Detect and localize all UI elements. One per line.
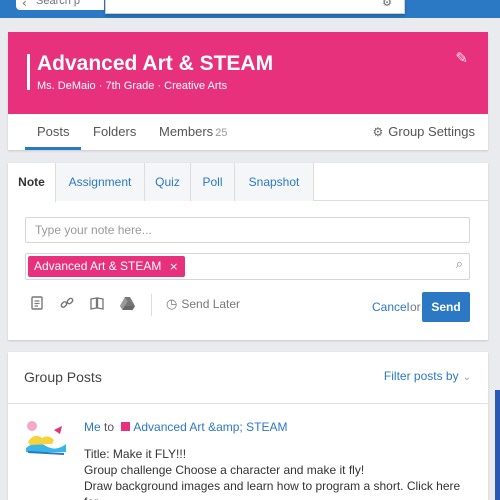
- posts-title: Group Posts: [24, 369, 102, 385]
- toolbar-divider: [151, 294, 152, 316]
- composer-tab-quiz[interactable]: Quiz: [145, 163, 191, 201]
- composer-tab-snapshot[interactable]: Snapshot: [235, 163, 314, 201]
- recipient-chip: Advanced Art & STEAM ×: [28, 256, 186, 277]
- composer-tab-note[interactable]: Note: [8, 163, 56, 202]
- file-icon[interactable]: [28, 296, 46, 314]
- composer-tab-poll[interactable]: Poll: [191, 163, 235, 201]
- send-later-label: Send Later: [181, 297, 241, 311]
- post-line: Group challenge Choose a character and m…: [84, 463, 365, 477]
- posts-header: Group Posts Filter posts by ⌄: [8, 352, 488, 404]
- link-icon[interactable]: [58, 296, 76, 314]
- post-author[interactable]: Me: [84, 420, 101, 434]
- filter-label: Filter posts by: [383, 369, 459, 383]
- post-composer: Note Assignment Quiz Poll Snapshot Advan…: [8, 163, 488, 340]
- group-header-card: Advanced Art & STEAM Ms. DeMaio · 7th Gr…: [8, 32, 488, 150]
- recipients-field[interactable]: Advanced Art & STEAM × ⌕: [25, 253, 470, 280]
- send-button[interactable]: Send: [422, 292, 470, 322]
- pencil-icon[interactable]: ✎: [455, 49, 468, 67]
- clock-icon: ◷: [166, 297, 178, 312]
- post-group-link[interactable]: Advanced Art &amp; STEAM: [133, 420, 287, 434]
- tab-label: Folders: [93, 124, 137, 139]
- group-settings-button[interactable]: ⚙ Group Settings: [373, 124, 475, 139]
- google-drive-icon[interactable]: [118, 296, 136, 314]
- post-line: Title: Make it FLY!!!: [84, 447, 187, 461]
- filter-posts-dropdown[interactable]: Filter posts by ⌄: [384, 369, 471, 383]
- group-title: Advanced Art & STEAM: [37, 52, 274, 75]
- title-accent-bar: [27, 54, 30, 90]
- post-line: Draw background images and learn how to …: [84, 479, 461, 500]
- post-to-text: to: [104, 420, 115, 434]
- group-settings-label: Group Settings: [388, 124, 475, 139]
- group-tabs: Posts Folders Members 25 ⚙ Group Settings: [8, 114, 488, 150]
- search-input[interactable]: [36, 0, 102, 8]
- group-posts-card: Group Posts Filter posts by ⌄ Me to Advan…: [8, 352, 488, 500]
- search-dropdown: ⚙: [105, 0, 405, 14]
- post-thumbnail[interactable]: [24, 418, 68, 458]
- gear-icon: ⚙: [372, 125, 384, 139]
- group-subtitle: Ms. DeMaio · 7th Grade · Creative Arts: [37, 80, 228, 92]
- note-field[interactable]: [25, 217, 470, 243]
- composer-tab-assignment[interactable]: Assignment: [56, 163, 145, 201]
- members-count: 25: [215, 127, 228, 139]
- library-icon[interactable]: [88, 296, 106, 314]
- tab-label: Members: [159, 124, 214, 139]
- post-item: Me to Advanced Art &amp; STEAM Title: Ma…: [8, 404, 488, 500]
- gear-icon[interactable]: ⚙: [382, 0, 392, 9]
- active-tab-indicator: [25, 147, 81, 150]
- tab-folders[interactable]: Folders: [93, 124, 136, 139]
- send-later-button[interactable]: ◷ Send Later: [166, 297, 240, 312]
- chevron-down-icon: ⌄: [462, 372, 471, 383]
- post-body: Title: Make it FLY!!! Group challenge Ch…: [84, 446, 474, 500]
- group-banner: Advanced Art & STEAM Ms. DeMaio · 7th Gr…: [8, 32, 488, 114]
- top-bar: ‹ ⚙: [0, 0, 500, 18]
- search-icon[interactable]: ⌕: [456, 257, 463, 272]
- remove-recipient-icon[interactable]: ×: [169, 256, 178, 277]
- post-byline: Me to Advanced Art &amp; STEAM: [84, 420, 287, 434]
- note-input[interactable]: [26, 218, 469, 242]
- tab-members[interactable]: Members 25: [159, 124, 227, 139]
- group-color-swatch: [121, 422, 131, 431]
- cancel-link[interactable]: Cancel: [372, 300, 409, 314]
- right-edge-panel: [495, 390, 500, 500]
- composer-tabs: Note Assignment Quiz Poll Snapshot: [8, 163, 488, 202]
- tab-label: Posts: [37, 124, 70, 139]
- recipient-chip-label: Advanced Art & STEAM: [34, 259, 162, 273]
- tab-posts[interactable]: Posts: [37, 124, 70, 139]
- search-box[interactable]: ‹: [16, 0, 104, 10]
- or-text: or: [410, 300, 421, 314]
- chevron-left-icon[interactable]: ‹: [22, 0, 27, 10]
